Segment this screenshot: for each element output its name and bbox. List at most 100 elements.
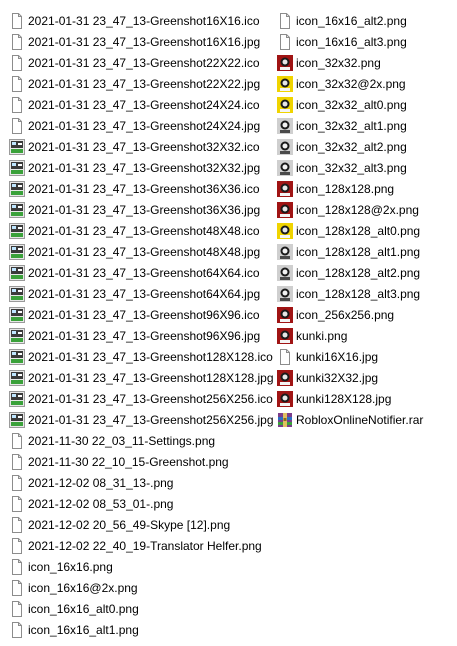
roblox-red-icon	[277, 180, 293, 197]
file-item[interactable]: icon_256x256.png	[277, 304, 455, 325]
greenshot-thumbnail-icon	[9, 222, 25, 239]
file-item[interactable]: 2021-01-31 23_47_13-Greenshot36X36.ico	[9, 178, 277, 199]
file-name: 2021-12-02 20_56_49-Skype [12].png	[28, 517, 231, 532]
file-item[interactable]: 2021-01-31 23_47_13-Greenshot24X24.ico	[9, 94, 277, 115]
file-item[interactable]: 2021-12-02 08_53_01-.png	[9, 493, 277, 514]
file-item[interactable]: RobloxOnlineNotifier.rar	[277, 409, 455, 430]
file-item[interactable]: icon_32x32_alt0.png	[277, 94, 455, 115]
file-item[interactable]: icon_32x32_alt2.png	[277, 136, 455, 157]
file-item[interactable]: 2021-01-31 23_47_13-Greenshot64X64.jpg	[9, 283, 277, 304]
file-item[interactable]: 2021-01-31 23_47_13-Greenshot22X22.jpg	[9, 73, 277, 94]
greenshot-thumbnail-icon	[9, 201, 25, 218]
blank-file-icon	[9, 432, 25, 449]
file-name: 2021-11-30 22_03_11-Settings.png	[28, 433, 216, 448]
file-item[interactable]: 2021-01-31 23_47_13-Greenshot64X64.ico	[9, 262, 277, 283]
file-name: 2021-01-31 23_47_13-Greenshot16X16.ico	[28, 13, 260, 28]
blank-file-icon	[9, 33, 25, 50]
file-item[interactable]: 2021-01-31 23_47_13-Greenshot24X24.jpg	[9, 115, 277, 136]
file-item[interactable]: 2021-01-31 23_47_13-Greenshot48X48.ico	[9, 220, 277, 241]
blank-file-icon	[9, 558, 25, 575]
file-name: 2021-01-31 23_47_13-Greenshot96X96.ico	[28, 307, 260, 322]
greenshot-thumbnail-icon	[9, 159, 25, 176]
file-item[interactable]: 2021-01-31 23_47_13-Greenshot96X96.jpg	[9, 325, 277, 346]
file-name: 2021-01-31 23_47_13-Greenshot36X36.ico	[28, 181, 260, 196]
file-name: icon_128x128@2x.png	[296, 202, 419, 217]
file-item[interactable]: kunki128X128.jpg	[277, 388, 455, 409]
blank-file-icon	[9, 537, 25, 554]
file-item[interactable]: 2021-01-31 23_47_13-Greenshot22X22.ico	[9, 52, 277, 73]
roblox-red-icon	[277, 327, 293, 344]
file-name: 2021-01-31 23_47_13-Greenshot22X22.ico	[28, 55, 260, 70]
blank-file-icon	[277, 348, 293, 365]
file-item[interactable]: icon_128x128_alt1.png	[277, 241, 455, 262]
file-item[interactable]: icon_32x32_alt1.png	[277, 115, 455, 136]
file-item[interactable]: 2021-12-02 08_31_13-.png	[9, 472, 277, 493]
greenshot-thumbnail-icon	[9, 285, 25, 302]
blank-file-icon	[9, 54, 25, 71]
file-item[interactable]: 2021-12-02 22_40_19-Translator Helfer.pn…	[9, 535, 277, 556]
blank-file-icon	[9, 600, 25, 617]
file-item[interactable]: kunki32X32.jpg	[277, 367, 455, 388]
greenshot-thumbnail-icon	[9, 369, 25, 386]
file-item[interactable]: 2021-01-31 23_47_13-Greenshot128X128.jpg	[9, 367, 277, 388]
file-item[interactable]: 2021-11-30 22_10_15-Greenshot.png	[9, 451, 277, 472]
file-name: icon_32x32_alt1.png	[296, 118, 407, 133]
file-item[interactable]: 2021-01-31 23_47_13-Greenshot256X256.jpg	[9, 409, 277, 430]
file-list-view: 2021-01-31 23_47_13-Greenshot16X16.ico 20…	[0, 0, 457, 646]
roblox-red-icon	[277, 306, 293, 323]
file-item[interactable]: 2021-01-31 23_47_13-Greenshot96X96.ico	[9, 304, 277, 325]
blank-file-icon	[9, 453, 25, 470]
file-item[interactable]: icon_32x32@2x.png	[277, 73, 455, 94]
file-item[interactable]: 2021-01-31 23_47_13-Greenshot16X16.ico	[9, 10, 277, 31]
file-item[interactable]: 2021-01-31 23_47_13-Greenshot48X48.jpg	[9, 241, 277, 262]
file-item[interactable]: 2021-01-31 23_47_13-Greenshot256X256.ico	[9, 388, 277, 409]
file-item[interactable]: 2021-01-31 23_47_13-Greenshot128X128.ico	[9, 346, 277, 367]
file-item[interactable]: icon_128x128@2x.png	[277, 199, 455, 220]
file-name: icon_32x32.png	[296, 55, 381, 70]
file-item[interactable]: 2021-12-02 20_56_49-Skype [12].png	[9, 514, 277, 535]
file-item[interactable]: icon_32x32.png	[277, 52, 455, 73]
file-name: icon_128x128_alt2.png	[296, 265, 421, 280]
file-item[interactable]: icon_128x128_alt2.png	[277, 262, 455, 283]
file-item[interactable]: icon_128x128_alt0.png	[277, 220, 455, 241]
file-item[interactable]: 2021-01-31 23_47_13-Greenshot36X36.jpg	[9, 199, 277, 220]
file-item[interactable]: icon_16x16_alt2.png	[277, 10, 455, 31]
file-item[interactable]: kunki16X16.jpg	[277, 346, 455, 367]
file-item[interactable]: icon_16x16.png	[9, 556, 277, 577]
file-name: 2021-12-02 22_40_19-Translator Helfer.pn…	[28, 538, 262, 553]
file-name: icon_16x16@2x.png	[28, 580, 138, 595]
blank-file-icon	[9, 579, 25, 596]
file-name: 2021-01-31 23_47_13-Greenshot48X48.jpg	[28, 244, 261, 259]
file-item[interactable]: icon_16x16@2x.png	[9, 577, 277, 598]
roblox-red-icon	[277, 390, 293, 407]
file-item[interactable]: 2021-01-31 23_47_13-Greenshot32X32.jpg	[9, 157, 277, 178]
roblox-gray-icon	[277, 138, 293, 155]
roblox-yellow-icon	[277, 75, 293, 92]
file-item[interactable]: icon_128x128.png	[277, 178, 455, 199]
file-name: 2021-01-31 23_47_13-Greenshot24X24.ico	[28, 97, 260, 112]
roblox-red-icon	[277, 54, 293, 71]
greenshot-thumbnail-icon	[9, 243, 25, 260]
file-item[interactable]: icon_16x16_alt1.png	[9, 619, 277, 640]
file-item[interactable]: icon_16x16_alt0.png	[9, 598, 277, 619]
file-name: 2021-01-31 23_47_13-Greenshot64X64.jpg	[28, 286, 261, 301]
greenshot-thumbnail-icon	[9, 390, 25, 407]
roblox-red-icon	[277, 369, 293, 386]
file-item[interactable]: icon_16x16_alt3.png	[277, 31, 455, 52]
file-name: icon_128x128_alt3.png	[296, 286, 421, 301]
file-item[interactable]: icon_128x128_alt3.png	[277, 283, 455, 304]
file-name: 2021-01-31 23_47_13-Greenshot22X22.jpg	[28, 76, 261, 91]
roblox-gray-icon	[277, 264, 293, 281]
file-item[interactable]: icon_32x32_alt3.png	[277, 157, 455, 178]
file-name: icon_16x16_alt3.png	[296, 34, 407, 49]
blank-file-icon	[9, 516, 25, 533]
file-name: 2021-01-31 23_47_13-Greenshot16X16.jpg	[28, 34, 261, 49]
file-item[interactable]: 2021-01-31 23_47_13-Greenshot16X16.jpg	[9, 31, 277, 52]
file-item[interactable]: kunki.png	[277, 325, 455, 346]
file-item[interactable]: 2021-01-31 23_47_13-Greenshot32X32.ico	[9, 136, 277, 157]
roblox-gray-icon	[277, 243, 293, 260]
file-item[interactable]: 2021-11-30 22_03_11-Settings.png	[9, 430, 277, 451]
file-name: 2021-01-31 23_47_13-Greenshot24X24.jpg	[28, 118, 261, 133]
greenshot-thumbnail-icon	[9, 138, 25, 155]
roblox-gray-icon	[277, 285, 293, 302]
